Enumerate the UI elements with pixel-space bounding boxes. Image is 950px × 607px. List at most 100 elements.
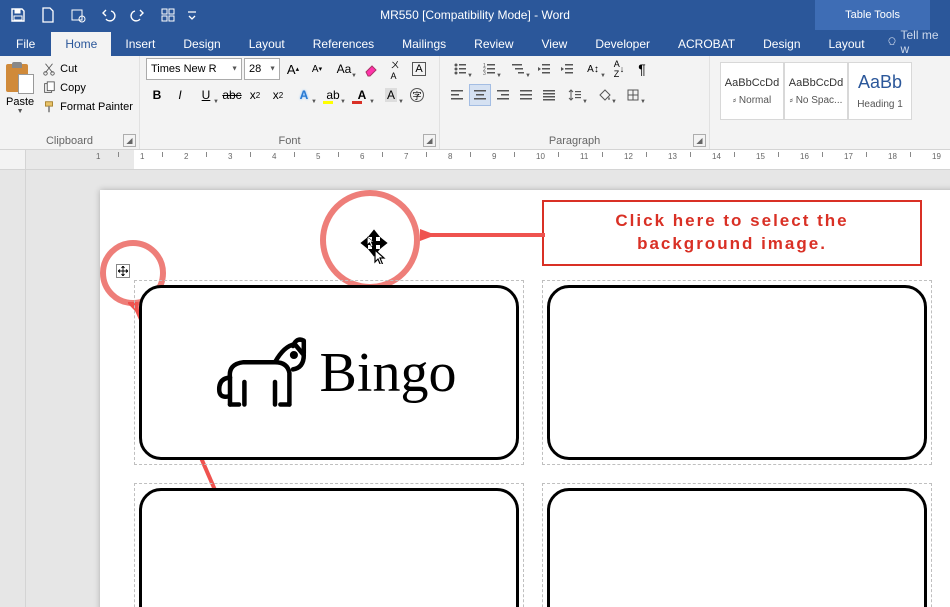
grow-font-button[interactable]: A▴: [282, 58, 304, 80]
font-size-combo[interactable]: 28▼: [244, 58, 280, 80]
style-normal[interactable]: AaBbCcDd ⸗ Normal: [720, 62, 784, 120]
shrink-font-button[interactable]: A▾: [306, 58, 328, 80]
highlight-button[interactable]: ab▼: [319, 84, 347, 106]
paste-button[interactable]: Paste ▼: [6, 58, 34, 124]
character-shading-button[interactable]: A▼: [377, 84, 405, 106]
contextual-tab-label: Table Tools: [815, 0, 930, 30]
clipboard-dialog-launcher[interactable]: ◢: [123, 134, 136, 147]
tab-view[interactable]: View: [528, 32, 582, 56]
tab-developer[interactable]: Developer: [581, 32, 664, 56]
table-move-handle[interactable]: [116, 264, 130, 278]
table-properties-icon[interactable]: [154, 2, 182, 28]
table-cell[interactable]: [134, 483, 524, 607]
superscript-button[interactable]: x2: [267, 84, 289, 106]
numbering-button[interactable]: 123▼: [475, 58, 503, 80]
tell-me-search[interactable]: Tell me w: [879, 28, 950, 56]
borders-icon: [626, 88, 640, 102]
bold-button[interactable]: B: [146, 84, 168, 106]
sort-button[interactable]: AZ↓: [608, 58, 630, 80]
move-cursor-icon[interactable]: [354, 226, 394, 266]
copy-button[interactable]: Copy: [38, 79, 137, 97]
change-case-button[interactable]: Aa▼: [330, 58, 358, 80]
cut-button[interactable]: Cut: [38, 60, 137, 78]
quick-access-toolbar: [4, 2, 200, 28]
tab-home[interactable]: Home: [51, 32, 111, 56]
text-effects-button[interactable]: A▼: [290, 84, 318, 106]
line-spacing-button[interactable]: ▼: [561, 84, 589, 106]
group-label-clipboard: Clipboard: [0, 135, 139, 147]
dog-icon: [202, 328, 312, 418]
print-preview-icon[interactable]: [64, 2, 92, 28]
bullets-button[interactable]: ▼: [446, 58, 474, 80]
group-paragraph: ▼ 123▼ ▼ A↕▼ AZ↓ ¶ ▼ ▼ ▼ Paragraph ◢: [440, 56, 710, 149]
justify-button[interactable]: [515, 84, 537, 106]
enclose-characters-button[interactable]: 字: [406, 84, 428, 106]
paragraph-dialog-launcher[interactable]: ◢: [693, 134, 706, 147]
tab-design[interactable]: Design: [169, 32, 234, 56]
align-center-button[interactable]: [469, 84, 491, 106]
paste-icon: [6, 62, 34, 94]
style-heading1[interactable]: AaBb Heading 1: [848, 62, 912, 120]
page[interactable]: Click here to select the background imag…: [100, 190, 950, 607]
strikethrough-button[interactable]: abc: [221, 84, 243, 106]
tab-references[interactable]: References: [299, 32, 388, 56]
font-color-button[interactable]: A▼: [348, 84, 376, 106]
redo-icon[interactable]: [124, 2, 152, 28]
multilevel-icon: [511, 62, 525, 76]
format-painter-icon: [42, 100, 56, 114]
tab-mailings[interactable]: Mailings: [388, 32, 460, 56]
tab-insert[interactable]: Insert: [111, 32, 169, 56]
italic-button[interactable]: I: [169, 84, 191, 106]
table-cell[interactable]: [542, 280, 932, 465]
document-area: Click here to select the background imag…: [0, 170, 950, 607]
increase-indent-button[interactable]: [556, 58, 578, 80]
bullets-icon: [453, 62, 467, 76]
annotation-select-bg: Click here to select the background imag…: [542, 200, 922, 266]
clear-formatting-button[interactable]: [360, 58, 382, 80]
font-dialog-launcher[interactable]: ◢: [423, 134, 436, 147]
show-marks-button[interactable]: ¶: [631, 58, 653, 80]
character-border-button[interactable]: A: [408, 58, 430, 80]
title-bar: MR550 [Compatibility Mode] - Word Table …: [0, 0, 950, 30]
new-icon[interactable]: [34, 2, 62, 28]
qat-customize-icon[interactable]: [184, 2, 200, 28]
underline-button[interactable]: U▼: [192, 84, 220, 106]
vertical-ruler[interactable]: [0, 170, 26, 607]
group-label-font: Font: [140, 135, 439, 147]
copy-icon: [42, 81, 56, 95]
tab-file[interactable]: File: [0, 32, 51, 56]
multilevel-list-button[interactable]: ▼: [504, 58, 532, 80]
lightbulb-icon: [887, 36, 897, 48]
label-table[interactable]: Bingo: [134, 280, 932, 607]
tab-review[interactable]: Review: [460, 32, 527, 56]
horizontal-ruler[interactable]: 11234567891011121314151617181920: [0, 150, 950, 170]
tab-table-layout[interactable]: Layout: [815, 32, 879, 56]
card-text: Bingo: [320, 341, 457, 405]
save-icon[interactable]: [4, 2, 32, 28]
undo-icon[interactable]: [94, 2, 122, 28]
table-cell[interactable]: Bingo: [134, 280, 524, 465]
numbering-icon: 123: [482, 62, 496, 76]
paint-bucket-icon: [597, 88, 611, 102]
ribbon: Paste ▼ Cut Copy Format Painter Clipboar…: [0, 56, 950, 150]
shading-button[interactable]: ▼: [590, 84, 618, 106]
decrease-indent-button[interactable]: [533, 58, 555, 80]
group-styles: AaBbCcDd ⸗ Normal AaBbCcDd ⸗ No Spac... …: [710, 56, 950, 149]
asian-layout-button[interactable]: A↕▼: [579, 58, 607, 80]
phonetic-guide-button[interactable]: ㄨA: [384, 58, 406, 80]
font-name-combo[interactable]: Times New R▼: [146, 58, 242, 80]
subscript-button[interactable]: x2: [244, 84, 266, 106]
align-right-button[interactable]: [492, 84, 514, 106]
svg-text:3: 3: [483, 71, 486, 76]
tab-layout[interactable]: Layout: [235, 32, 299, 56]
style-no-spacing[interactable]: AaBbCcDd ⸗ No Spac...: [784, 62, 848, 120]
label-card: Bingo: [139, 285, 519, 460]
table-cell[interactable]: [542, 483, 932, 607]
group-label-paragraph: Paragraph: [440, 135, 709, 147]
tab-acrobat[interactable]: ACROBAT: [664, 32, 749, 56]
borders-button[interactable]: ▼: [619, 84, 647, 106]
format-painter-button[interactable]: Format Painter: [38, 98, 137, 116]
tab-table-design[interactable]: Design: [749, 32, 814, 56]
align-left-button[interactable]: [446, 84, 468, 106]
distributed-button[interactable]: [538, 84, 560, 106]
